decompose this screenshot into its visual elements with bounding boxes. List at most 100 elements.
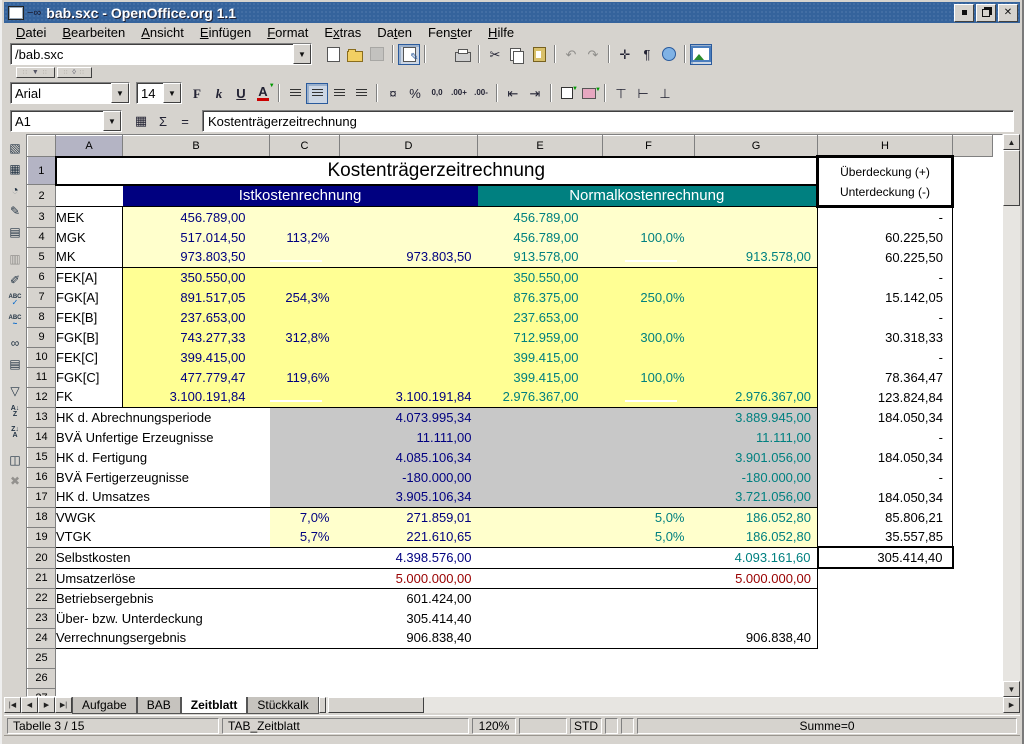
delete-decimal-icon[interactable]: .00- bbox=[470, 83, 492, 104]
column-header-D[interactable]: D bbox=[340, 136, 478, 157]
sort-descending-icon[interactable]: Z↓A bbox=[5, 423, 25, 442]
cell-C6[interactable] bbox=[270, 267, 340, 287]
cell-C7[interactable]: 254,3% bbox=[270, 287, 340, 307]
cell-A3[interactable]: MEK bbox=[56, 207, 123, 228]
cell-A7[interactable]: FGK[A] bbox=[56, 287, 123, 307]
cell-H18[interactable]: 85.806,21 bbox=[818, 507, 953, 527]
open-icon[interactable] bbox=[344, 44, 366, 65]
cell-E9[interactable]: 712.959,00 bbox=[478, 327, 603, 347]
cell-A18[interactable]: VWGK bbox=[56, 507, 270, 527]
paste-icon[interactable] bbox=[528, 44, 550, 65]
split-window-icon[interactable]: ◫ bbox=[5, 450, 25, 469]
menu-daten[interactable]: Daten bbox=[369, 24, 420, 41]
export-pdf-icon[interactable] bbox=[430, 44, 452, 65]
cell-G9[interactable] bbox=[695, 327, 818, 347]
cell-I1[interactable] bbox=[953, 157, 993, 185]
cell-A12[interactable]: FK bbox=[56, 387, 123, 407]
cell-D21[interactable]: 5.000.000,00 bbox=[340, 568, 478, 588]
cell-B10[interactable]: 399.415,00 bbox=[123, 347, 270, 367]
scroll-up-button[interactable]: ▲ bbox=[1003, 134, 1020, 150]
vertical-scroll-thumb[interactable] bbox=[1003, 150, 1020, 206]
cell-H4[interactable]: 60.225,50 bbox=[818, 227, 953, 247]
url-combo[interactable]: /bab.sxc ▼ bbox=[10, 43, 312, 65]
minimize-button[interactable] bbox=[954, 4, 974, 22]
row-header-12[interactable]: 12 bbox=[28, 387, 56, 407]
cell-D5[interactable]: 973.803,50 bbox=[340, 247, 478, 267]
cell-title-A1[interactable]: Kostenträgerzeitrechnung bbox=[56, 157, 818, 185]
cell-I17[interactable] bbox=[953, 487, 993, 507]
collapsed-toolbar-2[interactable]: ∷ ◊ ∷ bbox=[57, 67, 92, 78]
row-header-1[interactable]: 1 bbox=[28, 157, 56, 185]
row-header-13[interactable]: 13 bbox=[28, 407, 56, 427]
menu-format[interactable]: Format bbox=[259, 24, 316, 41]
cell-F5[interactable] bbox=[603, 247, 695, 267]
cell-B8[interactable]: 237.653,00 bbox=[123, 307, 270, 327]
column-header-H[interactable]: H bbox=[818, 136, 953, 157]
cell-I24[interactable] bbox=[953, 628, 993, 648]
cell-G3[interactable] bbox=[695, 207, 818, 228]
row-header-10[interactable]: 10 bbox=[28, 347, 56, 367]
cell-E11[interactable]: 399.415,00 bbox=[478, 367, 603, 387]
cell-D14[interactable]: 11.111,00 bbox=[340, 427, 478, 447]
cell-I19[interactable] bbox=[953, 527, 993, 547]
cell-D6[interactable] bbox=[340, 267, 478, 287]
cell-A8[interactable]: FEK[B] bbox=[56, 307, 123, 327]
row-header-15[interactable]: 15 bbox=[28, 447, 56, 467]
restore-button[interactable] bbox=[976, 4, 996, 22]
horizontal-scroll-thumb[interactable] bbox=[328, 697, 424, 713]
url-dropdown-icon[interactable]: ▼ bbox=[293, 44, 311, 64]
align-center-vertical-icon[interactable]: ⊢ bbox=[632, 83, 654, 104]
cell-A5[interactable]: MK bbox=[56, 247, 123, 267]
draw-functions-icon[interactable]: ✎ bbox=[5, 201, 25, 220]
cell-G16[interactable]: -180.000,00 bbox=[695, 467, 818, 487]
cell-A10[interactable]: FEK[C] bbox=[56, 347, 123, 367]
equals-icon[interactable]: = bbox=[174, 111, 196, 131]
cell-D22[interactable]: 601.424,00 bbox=[340, 588, 478, 608]
prev-sheet-button[interactable]: ◀ bbox=[21, 697, 38, 713]
percent-format-icon[interactable]: % bbox=[404, 83, 426, 104]
row-header-8[interactable]: 8 bbox=[28, 307, 56, 327]
cell-F6[interactable] bbox=[603, 267, 695, 287]
cell-H16[interactable]: - bbox=[818, 467, 953, 487]
cell-I10[interactable] bbox=[953, 347, 993, 367]
gallery-icon[interactable] bbox=[690, 44, 712, 65]
function-wizard-icon[interactable]: ▦ bbox=[130, 111, 152, 131]
insert-icon[interactable]: ▧ bbox=[5, 138, 25, 157]
cell-E15[interactable] bbox=[478, 447, 603, 467]
cell-A2[interactable] bbox=[56, 185, 123, 207]
cell-F7[interactable]: 250,0% bbox=[603, 287, 695, 307]
row-header-25[interactable]: 25 bbox=[28, 648, 56, 668]
cell-B7[interactable]: 891.517,05 bbox=[123, 287, 270, 307]
cell-C16[interactable] bbox=[270, 467, 340, 487]
cell-C12[interactable] bbox=[270, 387, 340, 407]
cell-I4[interactable] bbox=[953, 227, 993, 247]
underline-icon[interactable]: U bbox=[230, 83, 252, 104]
increase-indent-icon[interactable]: ⇥ bbox=[524, 83, 546, 104]
currency-format-icon[interactable]: ¤ bbox=[382, 83, 404, 104]
spreadsheet-area[interactable]: ABCDEFGH1KostenträgerzeitrechnungÜberdec… bbox=[26, 134, 1003, 697]
cell-H20[interactable]: 305.414,40 bbox=[818, 547, 953, 568]
cell-A9[interactable]: FGK[B] bbox=[56, 327, 123, 347]
row-header-6[interactable]: 6 bbox=[28, 267, 56, 287]
cell-H15[interactable]: 184.050,34 bbox=[818, 447, 953, 467]
cell-G11[interactable] bbox=[695, 367, 818, 387]
cell-D19[interactable]: 221.610,65 bbox=[340, 527, 478, 547]
cell-A17[interactable]: HK d. Umsatzes bbox=[56, 487, 270, 507]
form-controls-icon[interactable]: ▤ bbox=[5, 222, 25, 241]
name-box-dropdown-icon[interactable]: ▼ bbox=[103, 111, 121, 131]
cell-C20[interactable] bbox=[270, 547, 340, 568]
cell-G17[interactable]: 3.721.056,00 bbox=[695, 487, 818, 507]
find-replace-icon[interactable]: ∞ bbox=[5, 333, 25, 352]
cell-C5[interactable] bbox=[270, 247, 340, 267]
collapsed-toolbar-1[interactable]: ∷ ▼ ∷ bbox=[16, 67, 55, 78]
column-header-F[interactable]: F bbox=[603, 136, 695, 157]
cell-G15[interactable]: 3.901.056,00 bbox=[695, 447, 818, 467]
cell-D20[interactable]: 4.398.576,00 bbox=[340, 547, 478, 568]
cell-D13[interactable]: 4.073.995,34 bbox=[340, 407, 478, 427]
sheet-tab-aufgabe[interactable]: Aufgabe bbox=[72, 697, 137, 714]
font-size-combo[interactable]: 14 ▼ bbox=[136, 82, 182, 104]
cell-G6[interactable] bbox=[695, 267, 818, 287]
cell-I20[interactable] bbox=[953, 547, 993, 568]
cell-G10[interactable] bbox=[695, 347, 818, 367]
cell-B6[interactable]: 350.550,00 bbox=[123, 267, 270, 287]
